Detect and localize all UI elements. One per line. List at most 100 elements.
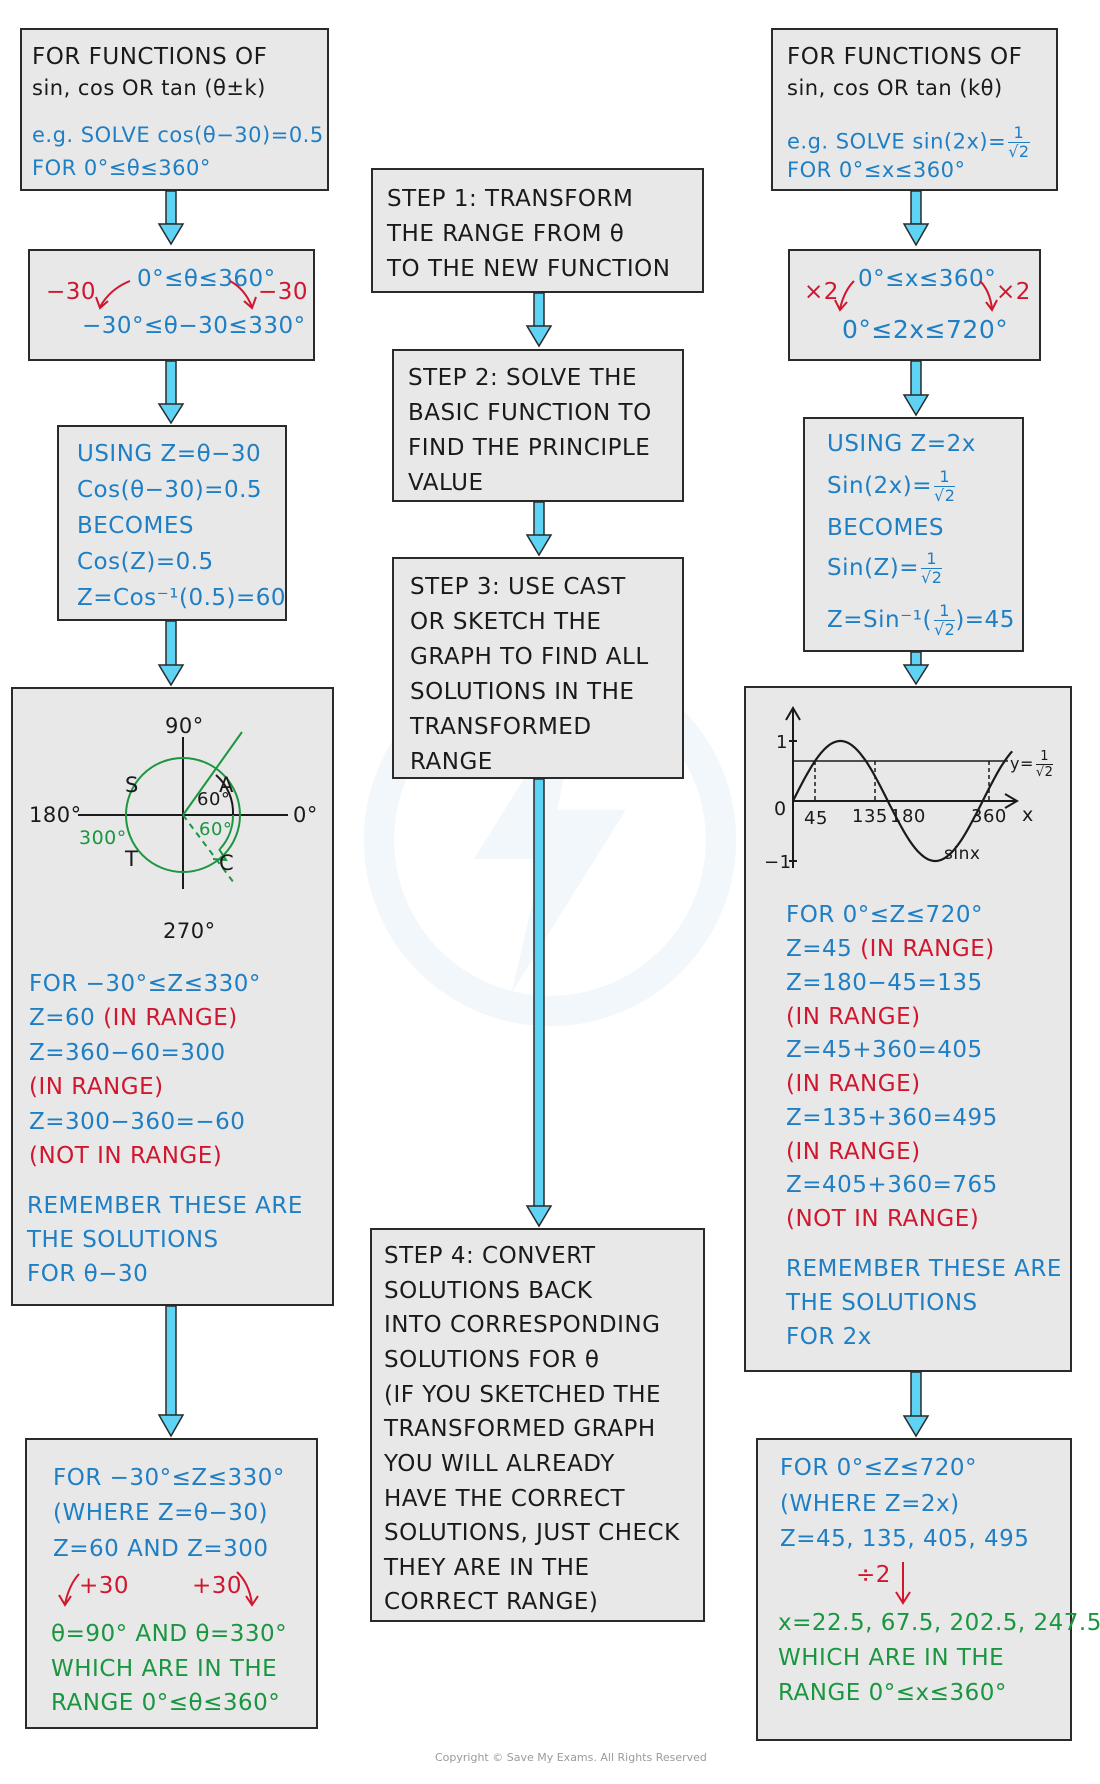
left-sub-line: USING Z=θ−30 <box>77 441 262 467</box>
cast-label-180: 180° <box>29 803 82 827</box>
result-status: (IN RANGE) <box>852 936 995 962</box>
right-example-line: e.g. SOLVE sin(2x)= 1 √2 <box>787 125 1030 160</box>
left-conclusion-line6: RANGE 0°≤θ≤360° <box>51 1690 281 1716</box>
right-intro-box: FOR FUNCTIONS OF sin, cos OR tan (kθ) e.… <box>771 28 1058 191</box>
left-intro-box: FOR FUNCTIONS OF sin, cos OR tan (θ±k) e… <box>20 28 329 191</box>
right-sub-line3: BECOMES <box>827 515 944 541</box>
result-value: Z=45 <box>786 936 853 962</box>
right-sub-text: Sin(2x)= <box>827 473 933 499</box>
left-conclusion-line5: WHICH ARE IN THE <box>51 1656 278 1682</box>
graph-x-label: x <box>1022 804 1034 826</box>
result-status: (IN RANGE) <box>95 1005 238 1031</box>
right-conclusion-box: FOR 0°≤Z≤720° (WHERE Z=2x) Z=45, 135, 40… <box>756 1438 1100 1741</box>
right-sub-text: )=45 <box>955 607 1015 633</box>
sine-graph <box>785 706 1019 868</box>
arrow-left-4 <box>157 1305 185 1438</box>
step3-line: SOLUTIONS IN THE <box>410 679 635 705</box>
right-result-line: Z=135+360=495 <box>786 1105 998 1131</box>
frac-den: √2 <box>921 568 943 587</box>
right-result-line: Z=45+360=405 <box>786 1037 983 1063</box>
right-graph-box: 1 −1 0 x 45 135 180 360 sinx y= 1 √2 FOR 0… <box>744 686 1072 1372</box>
arrow-right-2 <box>902 360 930 417</box>
right-result-status: (IN RANGE) <box>786 1004 921 1030</box>
cast-angle-300: 300° <box>79 827 127 849</box>
frac-den: √2 <box>1035 765 1054 780</box>
frac-num: 1 <box>933 603 956 621</box>
step1-box: STEP 1: TRANSFORM THE RANGE FROM θ TO TH… <box>371 168 704 293</box>
step3-line: GRAPH TO FIND ALL <box>410 644 649 670</box>
left-intro-line1: FOR FUNCTIONS OF <box>32 44 268 70</box>
step2-line: FIND THE PRINCIPLE <box>408 435 651 461</box>
left-result-line: Z=60 (IN RANGE) <box>29 1007 238 1030</box>
cast-label-90: 90° <box>165 714 204 738</box>
step2-line: VALUE <box>408 470 484 496</box>
left-conclusion-line4: θ=90° AND θ=330° <box>51 1621 288 1647</box>
right-conclusion-line5: WHICH ARE IN THE <box>778 1645 1005 1671</box>
right-result-line: Z=45 (IN RANGE) <box>786 938 995 961</box>
right-result-line: Z=180−45=135 <box>786 970 983 996</box>
fraction-one-over-root-two: 1 √2 <box>1008 125 1030 160</box>
frac-den: √2 <box>934 486 956 505</box>
fraction-one-over-root-two: 1 √2 <box>933 603 956 639</box>
left-example-line: e.g. SOLVE cos(θ−30)=0.5 <box>32 123 324 147</box>
step2-box: STEP 2: SOLVE THE BASIC FUNCTION TO FIND… <box>392 349 684 502</box>
arrow-left-2 <box>157 360 185 425</box>
step4-line: YOU WILL ALREADY <box>384 1451 615 1477</box>
graph-tick-45: 45 <box>804 808 828 829</box>
left-conclusion-box: FOR −30°≤Z≤330° (WHERE Z=θ−30) Z=60 AND … <box>25 1438 318 1729</box>
arrow-right-4 <box>902 1371 930 1438</box>
frac-den: √2 <box>933 620 956 639</box>
step4-line: INTO CORRESPONDING <box>384 1312 661 1338</box>
frac-num: 1 <box>921 551 943 569</box>
frac-num: 1 <box>1008 125 1030 143</box>
left-substitution-box: USING Z=θ−30 Cos(θ−30)=0.5 BECOMES Cos(Z… <box>57 425 287 621</box>
graph-origin: 0 <box>774 798 787 820</box>
step2-line: BASIC FUNCTION TO <box>408 400 652 426</box>
arrow-mid-3 <box>525 778 553 1228</box>
right-result-status: (IN RANGE) <box>786 1139 921 1165</box>
step4-line: SOLUTIONS FOR θ <box>384 1347 600 1373</box>
left-sub-line: BECOMES <box>77 513 194 539</box>
right-result-line: FOR 0°≤Z≤720° <box>786 902 983 928</box>
step3-line: STEP 3: USE CAST <box>410 574 626 600</box>
step4-line: TRANSFORMED GRAPH <box>384 1416 656 1442</box>
step4-line: CORRECT RANGE) <box>384 1589 599 1615</box>
cast-angle-upper: 60° <box>197 789 231 810</box>
graph-curve-label: sinx <box>944 844 981 864</box>
arrow-right-1 <box>902 190 930 247</box>
right-sub-text: Z=Sin⁻¹( <box>827 607 932 633</box>
right-sub-line2: Sin(2x)= 1 √2 <box>827 469 956 505</box>
graph-tick-135: 135 <box>852 806 888 827</box>
right-remember-line: REMEMBER THESE ARE <box>786 1256 1062 1282</box>
right-conclusion-line6: RANGE 0°≤x≤360° <box>778 1680 1007 1706</box>
frac-num: 1 <box>1035 750 1054 765</box>
step3-line: RANGE <box>410 749 493 775</box>
left-remember-line: FOR θ−30 <box>27 1261 149 1287</box>
right-intro-line1: FOR FUNCTIONS OF <box>787 44 1023 70</box>
step4-line: SOLUTIONS, JUST CHECK <box>384 1520 680 1546</box>
step4-line: STEP 4: CONVERT <box>384 1243 596 1269</box>
arrow-right-3 <box>902 651 930 686</box>
graph-line-label-text: y= <box>1010 754 1034 773</box>
graph-tick-360: 360 <box>971 806 1007 827</box>
left-domain-line: FOR 0°≤θ≤360° <box>32 156 211 180</box>
graph-tick-180: 180 <box>890 806 926 827</box>
step4-line: HAVE THE CORRECT <box>384 1486 626 1512</box>
arrow-left-1 <box>157 190 185 246</box>
cast-quadrant-T: T <box>125 847 139 871</box>
left-transform-arrows <box>95 280 257 310</box>
left-sub-line: Cos(Z)=0.5 <box>77 549 214 575</box>
left-result-line: Z=300−360=−60 <box>29 1109 246 1135</box>
left-result-line: Z=360−60=300 <box>29 1040 226 1066</box>
fraction-one-over-root-two: 1 √2 <box>921 551 943 587</box>
right-remember-line: THE SOLUTIONS <box>786 1290 978 1316</box>
right-intro-line2: sin, cos OR tan (kθ) <box>787 76 1003 100</box>
step3-line: TRANSFORMED <box>410 714 592 740</box>
fraction-one-over-root-two: 1 √2 <box>934 469 956 505</box>
left-sub-line: Z=Cos⁻¹(0.5)=60 <box>77 585 287 611</box>
step1-line: THE RANGE FROM θ <box>387 221 625 247</box>
right-sub-line5: Z=Sin⁻¹(1 √2)=45 <box>827 603 1015 638</box>
step2-line: STEP 2: SOLVE THE <box>408 365 637 391</box>
frac-num: 1 <box>934 469 956 487</box>
right-transform-box: ×2 0°≤x≤360° ×2 0°≤2x≤720° <box>788 249 1041 361</box>
